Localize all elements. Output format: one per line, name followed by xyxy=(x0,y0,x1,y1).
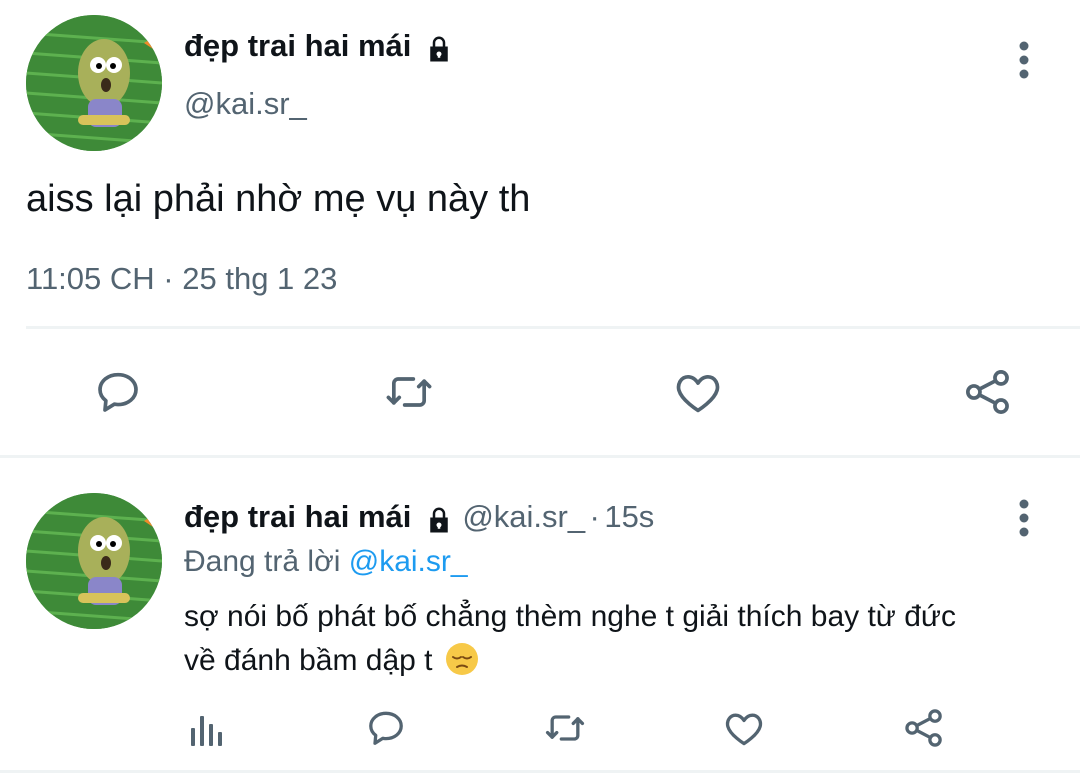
more-vertical-icon[interactable] xyxy=(1010,498,1038,538)
divider xyxy=(0,455,1080,458)
divider xyxy=(0,770,1080,773)
meta-separator: · xyxy=(163,261,174,296)
like-icon[interactable] xyxy=(722,706,766,750)
reply-icon[interactable] xyxy=(92,366,144,418)
divider xyxy=(26,326,1080,329)
replying-to: Đang trả lời @kai.sr_ xyxy=(184,545,468,579)
retweet-icon[interactable] xyxy=(381,366,437,418)
avatar-image xyxy=(26,15,162,151)
replying-handle-link[interactable]: @kai.sr_ xyxy=(349,545,468,578)
retweet-icon[interactable] xyxy=(542,706,588,750)
avatar-image xyxy=(26,493,162,629)
analytics-icon[interactable] xyxy=(188,708,224,748)
author-line: đẹp trai hai mái @kai.sr_ · 15s xyxy=(184,499,654,540)
handle[interactable]: @kai.sr_ xyxy=(184,86,307,122)
reply-text: sợ nói bố phát bố chẳng thèm nghe t giải… xyxy=(184,595,1064,689)
share-icon[interactable] xyxy=(902,706,946,750)
tweet-meta: 11:05 CH · 25 thg 1 23 xyxy=(26,261,337,297)
display-name[interactable]: đẹp trai hai mái xyxy=(184,499,411,534)
tweet-date[interactable]: 25 thg 1 23 xyxy=(182,261,337,296)
handle[interactable]: @kai.sr_ xyxy=(462,499,585,534)
tweet-text: aiss lại phải nhờ mẹ vụ này th xyxy=(26,178,531,220)
reply-text-line-wrap: về đánh bầm dập t xyxy=(184,639,1064,689)
more-vertical-icon[interactable] xyxy=(1010,40,1038,80)
reply-text-line: về đánh bầm dập t xyxy=(184,644,433,677)
meta-separator: · xyxy=(589,499,600,534)
reply-text-line: sợ nói bố phát bố chẳng thèm nghe t giải… xyxy=(184,600,956,633)
lock-icon xyxy=(424,505,454,540)
tweet-time[interactable]: 11:05 CH xyxy=(26,261,155,296)
replying-prefix: Đang trả lời xyxy=(184,545,341,578)
author-line: đẹp trai hai mái xyxy=(184,28,454,69)
reply-icon[interactable] xyxy=(364,706,408,750)
avatar[interactable] xyxy=(26,15,162,151)
avatar[interactable] xyxy=(26,493,162,629)
pensive-face-emoji xyxy=(445,642,479,689)
share-icon[interactable] xyxy=(962,366,1014,418)
tweet-age[interactable]: 15s xyxy=(604,499,654,534)
like-icon[interactable] xyxy=(672,366,724,418)
lock-icon xyxy=(424,34,454,69)
display-name[interactable]: đẹp trai hai mái xyxy=(184,28,411,63)
